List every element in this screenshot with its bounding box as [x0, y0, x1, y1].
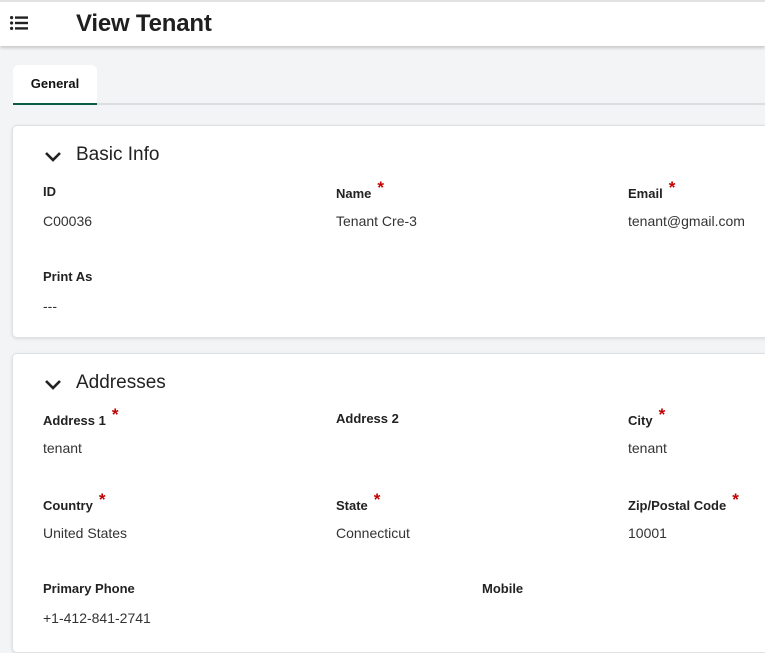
section-title: Addresses — [76, 372, 166, 393]
chevron-down-icon — [45, 380, 61, 390]
field-value: United States — [43, 525, 128, 541]
field-label: Print As — [43, 269, 93, 284]
addresses-section: Addresses Address 1 * tenant Address 2 Ci… — [12, 353, 765, 653]
field-city: City * tenant — [628, 405, 667, 456]
field-email: Email * tenant@gmail.com — [628, 178, 745, 229]
field-label: Primary Phone — [43, 581, 135, 596]
field-label: Address 2 — [336, 411, 399, 426]
field-address2: Address 2 — [336, 410, 399, 428]
field-label: Zip/Postal Code — [628, 498, 727, 513]
field-value: Connecticut — [336, 525, 410, 541]
field-label: State — [336, 498, 368, 513]
required-marker: * — [732, 490, 739, 509]
tab-bar: General — [13, 65, 765, 105]
field-label: Address 1 — [43, 413, 106, 428]
field-value: tenant@gmail.com — [628, 213, 745, 229]
field-name: Name * Tenant Cre-3 — [336, 178, 417, 229]
top-bar: View Tenant — [0, 0, 765, 46]
list-icon[interactable] — [10, 16, 28, 30]
field-print-as: Print As --- — [43, 268, 93, 314]
required-marker: * — [377, 178, 385, 197]
field-value: +1-412-841-2741 — [43, 610, 151, 626]
field-primary-phone: Primary Phone +1-412-841-2741 — [43, 580, 151, 626]
field-value: tenant — [628, 440, 667, 456]
field-label: ID — [43, 184, 56, 199]
field-value: C00036 — [43, 213, 93, 229]
required-marker: * — [373, 490, 381, 509]
field-state: State * Connecticut — [336, 490, 410, 541]
field-label: Name — [336, 186, 372, 201]
required-marker: * — [668, 178, 676, 197]
basic-info-section: Basic Info ID C00036 Name * Tenant Cre-3 … — [12, 125, 765, 338]
field-zip: Zip/Postal Code * 10001 — [628, 490, 739, 541]
field-value: --- — [43, 298, 57, 314]
required-marker: * — [98, 490, 106, 509]
chevron-down-icon — [45, 152, 61, 162]
required-marker: * — [658, 405, 666, 424]
section-title: Basic Info — [76, 144, 160, 165]
field-value: tenant — [43, 440, 82, 456]
field-country: Country * United States — [43, 490, 127, 541]
field-label: Country — [43, 498, 93, 513]
tab-general[interactable]: General — [13, 65, 97, 105]
field-id: ID C00036 — [43, 183, 92, 229]
page-title: View Tenant — [76, 10, 212, 37]
field-label: Mobile — [482, 581, 524, 596]
field-label: City — [628, 413, 653, 428]
required-marker: * — [111, 405, 119, 424]
field-value: Tenant Cre-3 — [336, 213, 417, 229]
field-address1: Address 1 * tenant — [43, 405, 119, 456]
field-label: Email — [628, 186, 663, 201]
field-mobile: Mobile — [482, 580, 523, 598]
field-value: 10001 — [628, 525, 667, 541]
